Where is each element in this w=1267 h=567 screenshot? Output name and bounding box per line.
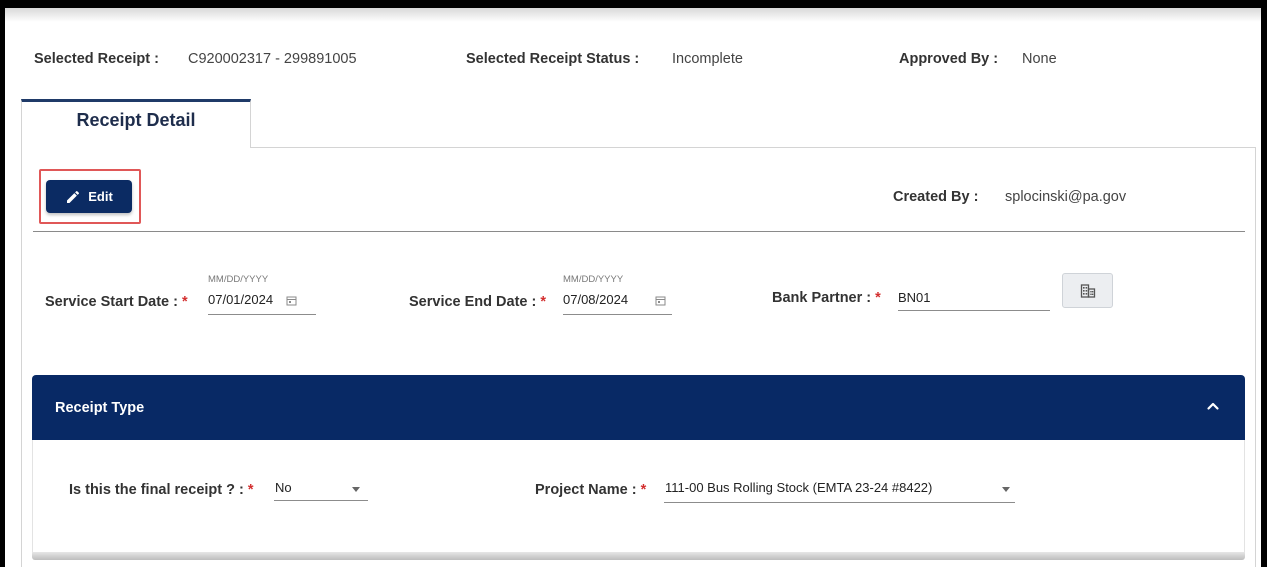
receipt-type-title: Receipt Type [55,400,145,416]
approved-by-label: Approved By : [899,51,999,67]
project-name-underline [664,502,1015,503]
required-marker: * [640,482,647,498]
calendar-icon[interactable] [655,293,666,311]
chevron-up-icon[interactable] [1203,396,1223,416]
required-marker: * [247,482,254,498]
receipt-type-header[interactable]: Receipt Type [32,375,1245,440]
card-bottom-shadow [32,552,1245,560]
edit-button-label: Edit [88,189,113,204]
service-end-date-input[interactable]: 07/08/2024 [563,292,628,307]
service-end-date-hint: MM/DD/YYYY [563,274,624,285]
service-start-date-label: Service Start Date : * [45,294,188,310]
top-shadow [5,8,1261,22]
project-name-label-text: Project Name : [535,482,637,498]
screenshot-frame-right [1261,0,1267,567]
required-marker: * [182,294,188,310]
screenshot-frame-top [0,0,1267,8]
screenshot-frame-left [0,0,5,567]
tab-receipt-detail[interactable]: Receipt Detail [21,99,251,148]
building-icon [1080,283,1096,299]
card-border-right [1244,440,1245,554]
selected-receipt-label: Selected Receipt : [34,51,159,67]
bank-partner-underline [898,310,1050,311]
service-start-date-hint: MM/DD/YYYY [208,274,269,285]
card-border-left [32,440,33,554]
selected-receipt-status-value: Incomplete [672,51,743,67]
tab-receipt-detail-label: Receipt Detail [76,110,196,130]
final-receipt-label: Is this the final receipt ? : * [69,482,254,498]
final-receipt-label-text: Is this the final receipt ? : [69,482,244,498]
bank-partner-input[interactable]: BN01 [898,290,931,305]
calendar-icon[interactable] [286,293,297,311]
final-receipt-underline [274,500,368,501]
service-start-date-underline [208,314,316,315]
created-by-value: splocinski@pa.gov [1005,189,1127,205]
project-name-value: 111-00 Bus Rolling Stock (EMTA 23-24 #84… [665,480,933,495]
receipt-detail-panel [21,147,1256,567]
selected-receipt-status-label: Selected Receipt Status : [466,51,640,67]
bank-partner-label: Bank Partner : * [772,290,881,306]
receipt-info-bar: Selected Receipt : C920002317 - 29989100… [0,51,1267,71]
bank-partner-label-text: Bank Partner : [772,290,872,306]
pencil-icon [65,189,81,205]
project-name-label: Project Name : * [535,482,646,498]
service-end-date-label-text: Service End Date : [409,294,537,310]
dropdown-arrow-icon [352,487,360,492]
service-start-date-input[interactable]: 07/01/2024 [208,292,273,307]
approved-by-value: None [1022,51,1057,67]
service-end-date-underline [563,314,672,315]
required-marker: * [875,290,881,306]
selected-receipt-value: C920002317 - 299891005 [188,51,357,67]
section-divider [33,231,1245,232]
service-end-date-label: Service End Date : * [409,294,546,310]
bank-partner-lookup-button[interactable] [1062,273,1113,308]
edit-button[interactable]: Edit [46,180,132,213]
created-by-label: Created By : [893,189,979,205]
final-receipt-value: No [275,480,292,495]
dropdown-arrow-icon [1002,487,1010,492]
required-marker: * [540,294,547,310]
service-start-date-label-text: Service Start Date : [45,294,178,310]
